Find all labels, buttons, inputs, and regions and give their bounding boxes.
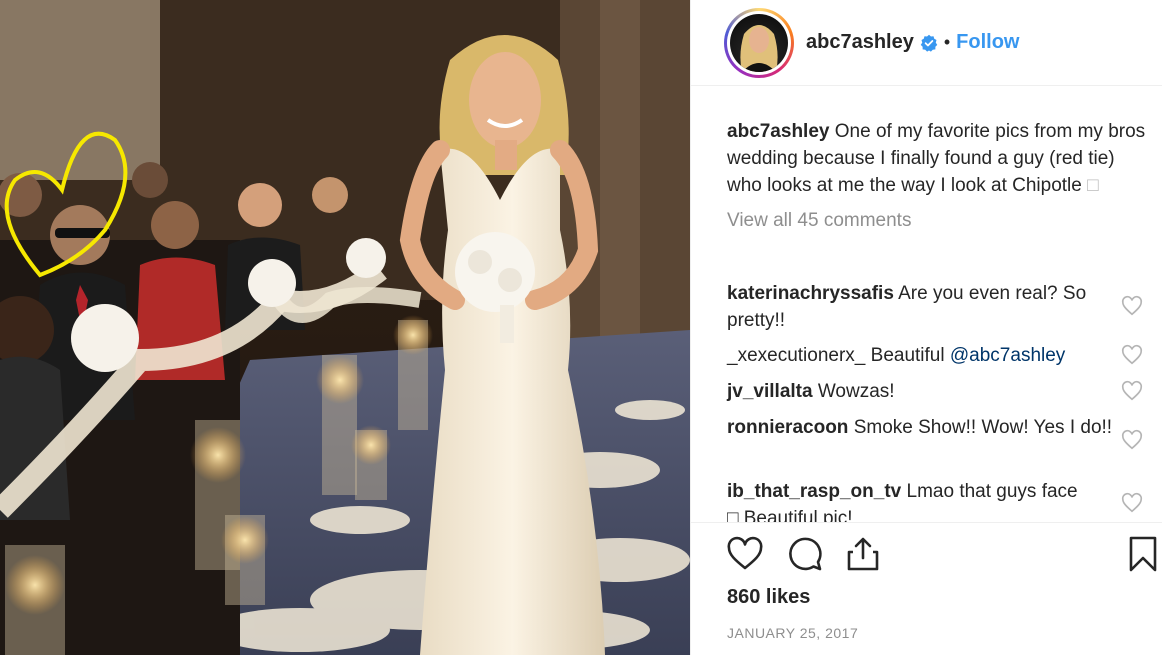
comment-username[interactable]: _xexecutionerx_	[727, 345, 865, 366]
comment-text: Lmao that guys face	[906, 481, 1078, 502]
comment-text: Wowzas!	[817, 381, 895, 402]
view-all-comments-link[interactable]: View all 45 comments	[727, 210, 1147, 232]
actions-divider	[691, 522, 1162, 523]
action-bar	[727, 536, 1157, 572]
comment-text-line2: □ Beautiful pic!	[727, 508, 853, 522]
comment-like-heart-icon[interactable]	[1121, 492, 1143, 514]
post-date[interactable]: JANUARY 25, 2017	[727, 625, 858, 641]
avatar[interactable]	[730, 13, 788, 72]
comment-item: katerinachryssafis Are you even real? So…	[727, 280, 1127, 334]
comment-item: _xexecutionerx_ Beautiful @abc7ashley	[727, 342, 1127, 369]
comment-like-heart-icon[interactable]	[1121, 295, 1143, 317]
separator-dot: •	[943, 32, 951, 52]
comment-item: ronnieracoon Smoke Show!! Wow! Yes I do!…	[727, 414, 1127, 441]
verified-badge-icon	[920, 34, 938, 52]
comment-bubble-icon[interactable]	[787, 536, 823, 572]
comment-like-heart-icon[interactable]	[1121, 344, 1143, 366]
wedding-photo-illustration	[0, 0, 690, 655]
share-icon[interactable]	[845, 536, 881, 572]
heart-icon[interactable]	[727, 536, 763, 572]
avatar-image	[740, 24, 778, 72]
comment-text: Smoke Show!! Wow! Yes I do!!	[853, 417, 1113, 438]
header-username[interactable]: abc7ashley	[806, 31, 914, 54]
post-header: abc7ashley • Follow	[691, 0, 1162, 86]
comment-mention[interactable]: @abc7ashley	[950, 345, 1065, 366]
comment-text: Beautiful	[870, 345, 945, 366]
comment-username[interactable]: katerinachryssafis	[727, 283, 894, 304]
caption-block: abc7ashley One of my favorite pics from …	[727, 118, 1147, 232]
post-sidebar: abc7ashley • Follow abc7ashley One of my…	[690, 0, 1162, 655]
follow-button[interactable]: Follow	[956, 31, 1019, 54]
comment-username[interactable]: ib_that_rasp_on_tv	[727, 481, 901, 502]
comment-username[interactable]: ronnieracoon	[727, 417, 848, 438]
comment-like-heart-icon[interactable]	[1121, 429, 1143, 451]
likes-count[interactable]: 860 likes	[727, 586, 810, 609]
story-ring[interactable]	[724, 7, 794, 78]
caption-username[interactable]: abc7ashley	[727, 121, 829, 142]
comment-item: ib_that_rasp_on_tv Lmao that guys face □…	[727, 478, 1127, 522]
post-photo[interactable]	[0, 0, 690, 655]
post-caption: abc7ashley One of my favorite pics from …	[727, 118, 1147, 199]
comment-username[interactable]: jv_villalta	[727, 381, 813, 402]
bookmark-icon[interactable]	[1125, 536, 1161, 572]
caption-emoji: □	[1087, 175, 1099, 196]
comment-item: jv_villalta Wowzas!	[727, 378, 1127, 405]
comment-like-heart-icon[interactable]	[1121, 380, 1143, 402]
